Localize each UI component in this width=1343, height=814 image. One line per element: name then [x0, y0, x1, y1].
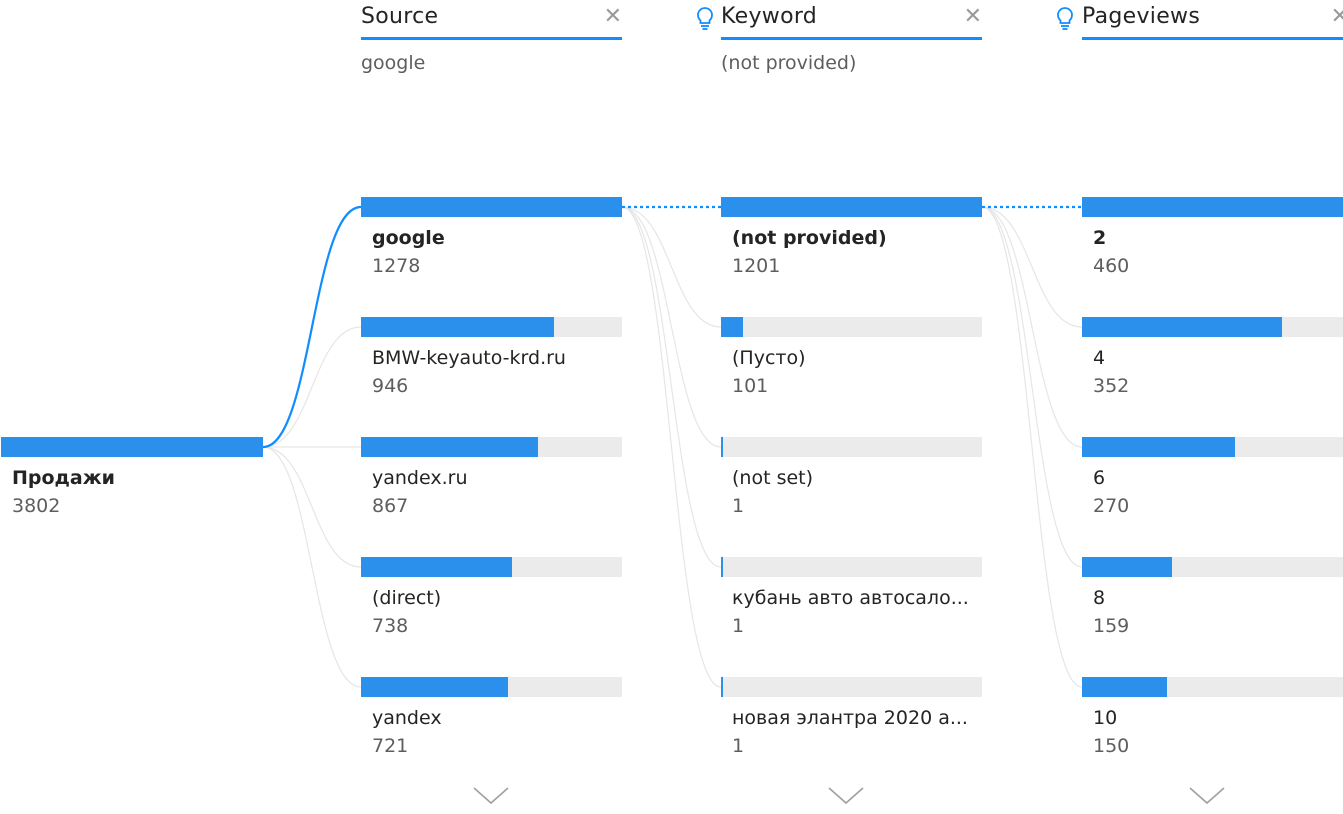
node-value: 721	[372, 735, 409, 757]
node-value: 1	[732, 735, 745, 757]
bar-track	[721, 317, 982, 337]
tree-node[interactable]: (direct) 738	[361, 557, 622, 657]
node-value: 1	[732, 615, 745, 637]
root-node-label: Продажи	[12, 467, 115, 489]
tree-node[interactable]: yandex.ru 867	[361, 437, 622, 537]
tree-node[interactable]: 2 460	[1082, 197, 1343, 297]
level-header-underline	[361, 37, 622, 40]
node-label: yandex.ru	[372, 467, 468, 489]
node-label: yandex	[372, 707, 442, 729]
root-node[interactable]: Продажи 3802	[1, 437, 263, 537]
level-header-pageviews: Pageviews ✕	[1082, 0, 1343, 44]
level-selection: (not provided)	[721, 52, 857, 74]
tree-node[interactable]: кубань авто автосало... 1	[721, 557, 982, 657]
bar-fill	[361, 317, 555, 337]
root-bar-fill	[1, 437, 263, 457]
bar-fill	[1082, 197, 1343, 217]
node-value: 460	[1093, 255, 1130, 277]
tree-node[interactable]: (Пусто) 101	[721, 317, 982, 417]
node-value: 738	[372, 615, 409, 637]
bar-fill	[721, 317, 744, 337]
node-value: 946	[372, 375, 409, 397]
node-label: 4	[1093, 347, 1106, 369]
bar-fill	[1082, 317, 1282, 337]
node-value: 270	[1093, 495, 1130, 517]
node-value: 1	[732, 495, 745, 517]
tree-node[interactable]: 4 352	[1082, 317, 1343, 417]
bar-fill	[721, 197, 982, 217]
close-icon[interactable]: ✕	[964, 6, 982, 28]
tree-node[interactable]: (not set) 1	[721, 437, 982, 537]
tree-node[interactable]: google 1278	[361, 197, 622, 297]
bar-fill	[1082, 677, 1168, 697]
tree-node[interactable]: (not provided) 1201	[721, 197, 982, 297]
level-header-underline	[1082, 37, 1343, 40]
node-label: (Пусто)	[732, 347, 806, 369]
node-label: (direct)	[372, 587, 442, 609]
level-header-source: Source ✕ google	[361, 0, 622, 74]
level-selection: google	[361, 52, 426, 74]
bar-fill	[361, 557, 513, 577]
node-label: 10	[1093, 707, 1118, 729]
level-title: Pageviews	[1082, 4, 1201, 29]
node-value: 1201	[732, 255, 781, 277]
bar-fill	[1082, 437, 1236, 457]
lightbulb-icon[interactable]	[696, 6, 714, 32]
bar-fill	[361, 437, 539, 457]
tree-node[interactable]: 8 159	[1082, 557, 1343, 657]
tree-node[interactable]: 10 150	[1082, 677, 1343, 777]
root-node-value: 3802	[12, 495, 61, 517]
lightbulb-icon[interactable]	[1056, 6, 1074, 32]
chevron-down-icon[interactable]	[827, 786, 865, 806]
node-value: 101	[732, 375, 769, 397]
bar-track	[721, 557, 982, 577]
node-label: BMW-keyauto-krd.ru	[372, 347, 566, 369]
level-header-keyword: Keyword ✕ (not provided)	[721, 0, 982, 74]
tree-node[interactable]: 6 270	[1082, 437, 1343, 537]
level-header-underline	[721, 37, 982, 40]
chevron-down-icon[interactable]	[472, 786, 510, 806]
node-label: новая элантра 2020 а...	[732, 707, 968, 729]
node-label: (not set)	[732, 467, 814, 489]
node-label: google	[372, 227, 445, 249]
tree-node[interactable]: BMW-keyauto-krd.ru 946	[361, 317, 622, 417]
tree-node[interactable]: yandex 721	[361, 677, 622, 777]
bar-fill	[361, 677, 509, 697]
level-title: Keyword	[721, 4, 818, 29]
close-icon[interactable]: ✕	[604, 6, 622, 28]
node-value: 352	[1093, 375, 1130, 397]
bar-fill	[721, 677, 723, 697]
bar-fill	[361, 197, 622, 217]
bar-track	[721, 437, 982, 457]
level-title: Source	[361, 4, 439, 29]
node-label: 2	[1093, 227, 1107, 249]
tree-node[interactable]: новая элантра 2020 а... 1	[721, 677, 982, 777]
bar-fill	[1082, 557, 1173, 577]
bar-fill	[721, 557, 723, 577]
close-icon[interactable]: ✕	[1331, 6, 1343, 28]
node-value: 150	[1093, 735, 1130, 757]
node-label: кубань авто автосало...	[732, 587, 969, 609]
node-value: 159	[1093, 615, 1130, 637]
node-value: 867	[372, 495, 409, 517]
bar-fill	[721, 437, 723, 457]
node-label: (not provided)	[732, 227, 887, 249]
bar-track	[721, 677, 982, 697]
node-label: 8	[1093, 587, 1106, 609]
node-label: 6	[1093, 467, 1106, 489]
chevron-down-icon[interactable]	[1188, 786, 1226, 806]
node-value: 1278	[372, 255, 421, 277]
